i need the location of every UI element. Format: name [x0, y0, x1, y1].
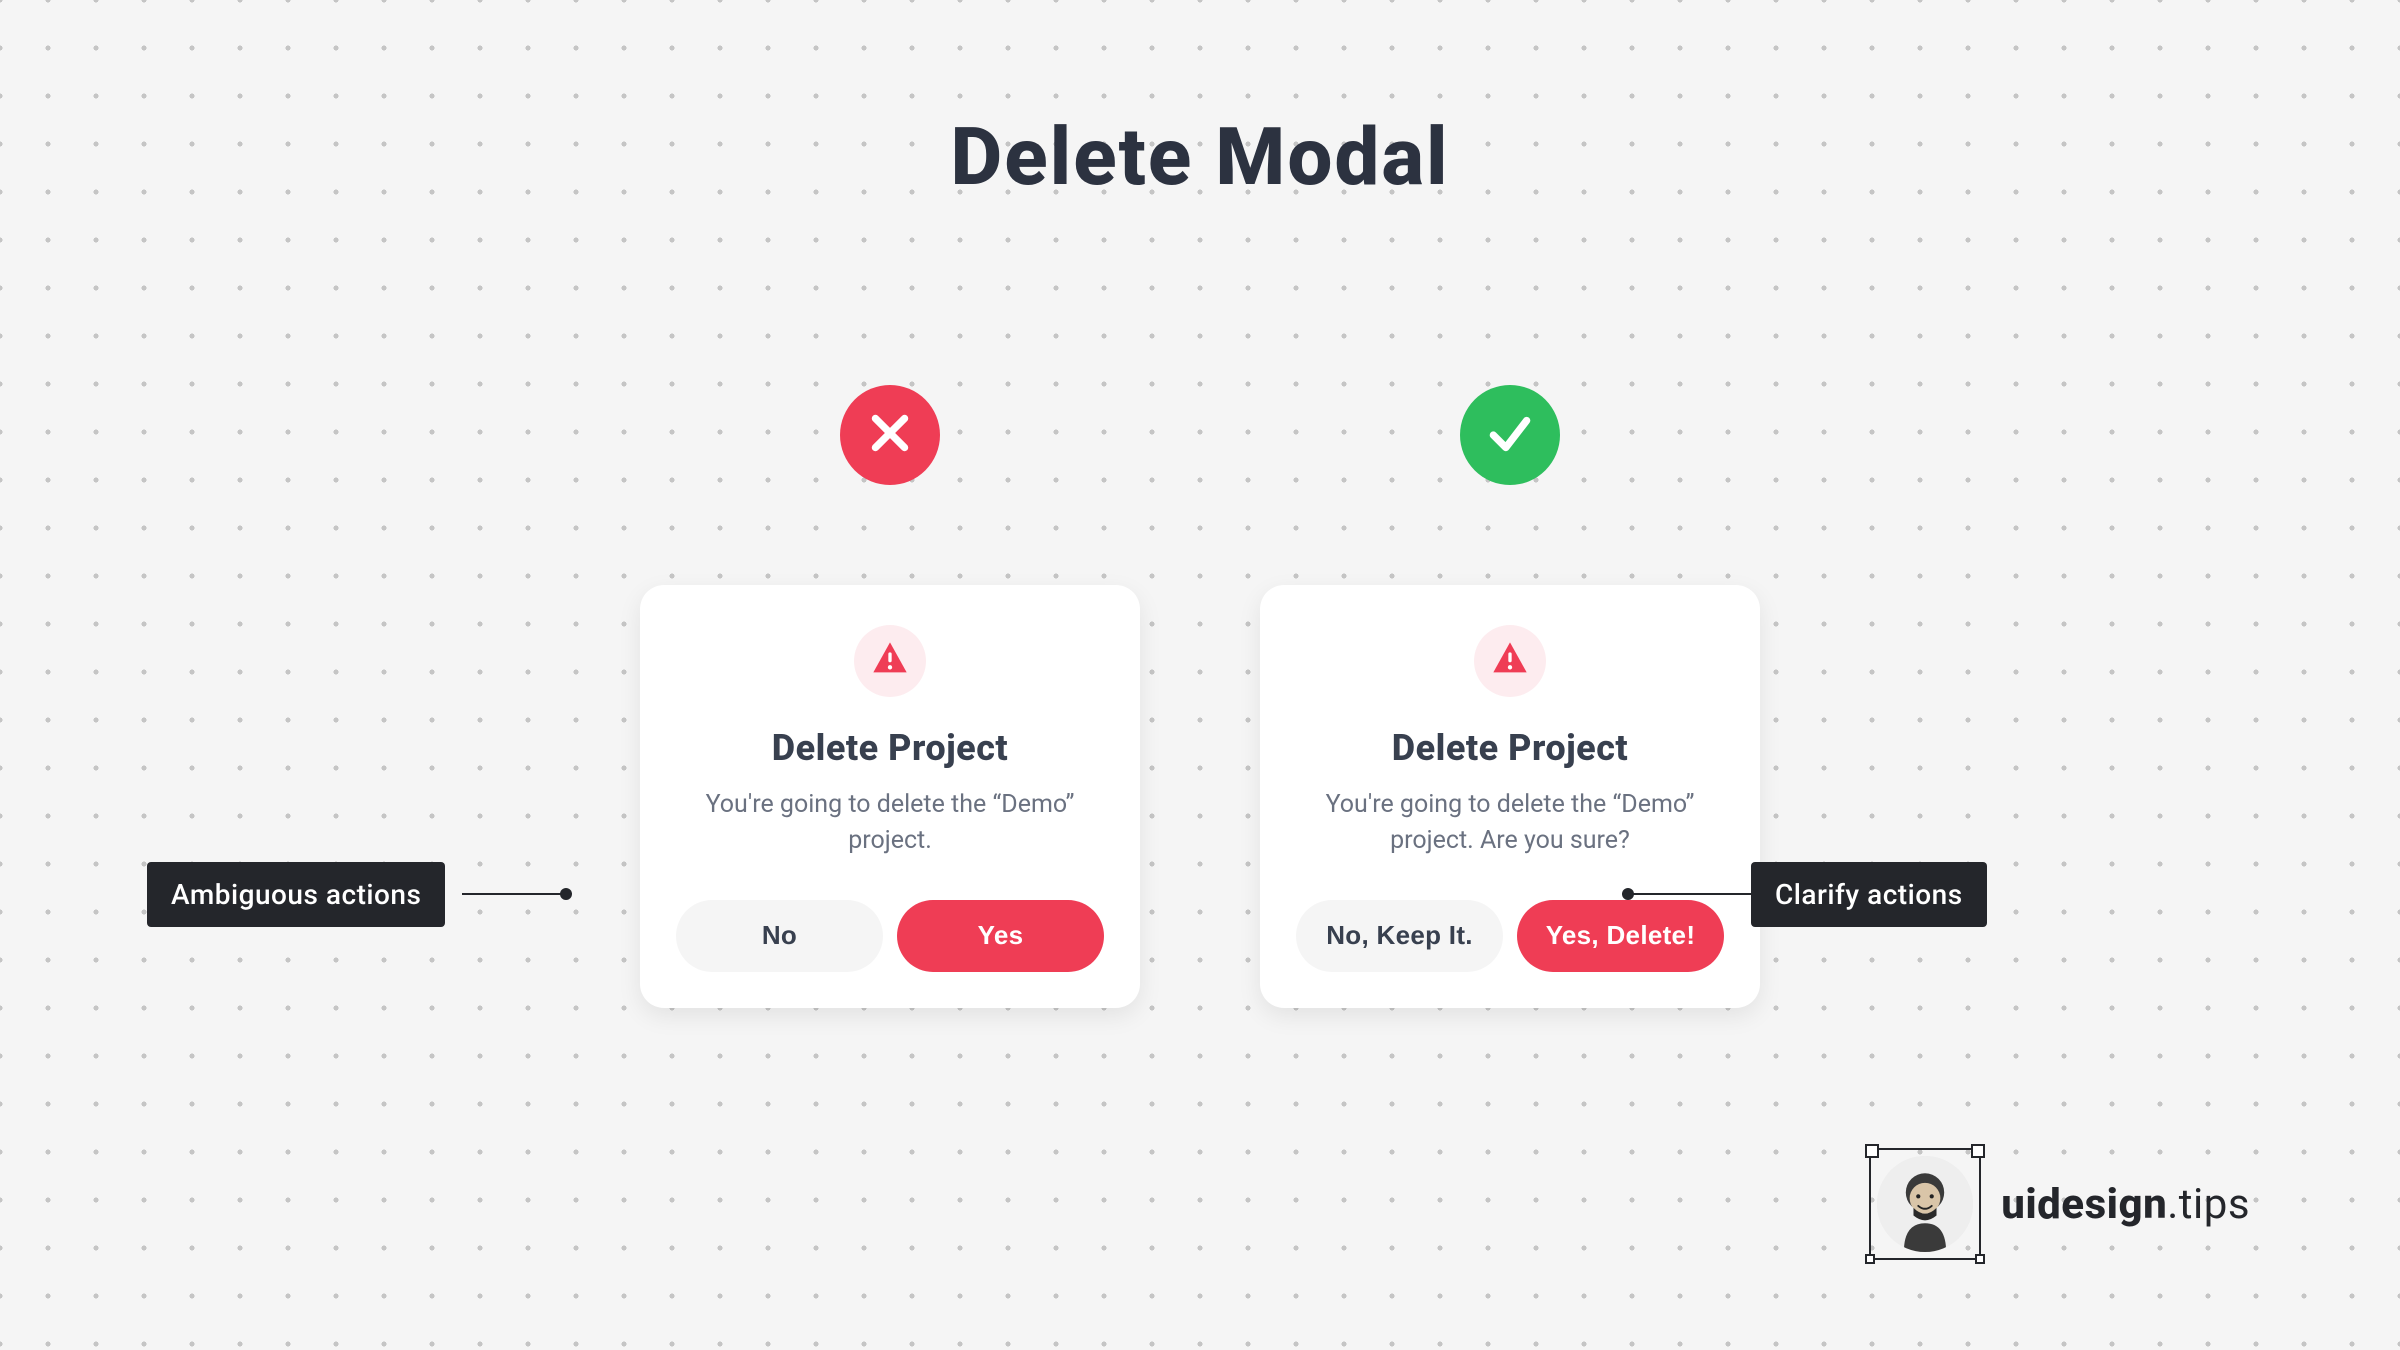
brand-text: uidesign.tips	[2001, 1180, 2250, 1229]
avatar	[1877, 1156, 1973, 1252]
branding: uidesign.tips	[1869, 1148, 2250, 1260]
good-modal-card: Delete Project You're going to delete th…	[1260, 585, 1760, 1008]
bad-button-row: No Yes	[676, 900, 1104, 972]
bad-yes-button[interactable]: Yes	[897, 900, 1104, 972]
good-callout-connector	[1628, 893, 1752, 895]
check-icon	[1485, 408, 1535, 462]
bad-example-column: Delete Project You're going to delete th…	[640, 385, 1140, 1008]
bad-indicator-circle	[840, 385, 940, 485]
good-modal-body: You're going to delete the “Demo” projec…	[1320, 787, 1700, 860]
good-modal-title: Delete Project	[1392, 727, 1628, 769]
page-title: Delete Modal	[950, 110, 1449, 204]
warning-icon-bg	[1474, 625, 1546, 697]
warning-icon	[870, 639, 910, 683]
good-delete-button[interactable]: Yes, Delete!	[1517, 900, 1724, 972]
good-indicator-circle	[1460, 385, 1560, 485]
bad-no-button[interactable]: No	[676, 900, 883, 972]
good-button-row: No, Keep It. Yes, Delete!	[1296, 900, 1724, 972]
bad-modal-body: You're going to delete the “Demo” projec…	[700, 787, 1080, 860]
good-keep-button[interactable]: No, Keep It.	[1296, 900, 1503, 972]
good-callout-label: Clarify actions	[1751, 862, 1987, 927]
bad-callout-label: Ambiguous actions	[147, 862, 445, 927]
bad-callout-connector	[462, 893, 566, 895]
bad-modal-card: Delete Project You're going to delete th…	[640, 585, 1140, 1008]
brand-name-bold: uidesign	[2001, 1180, 2167, 1229]
avatar-frame	[1869, 1148, 1981, 1260]
warning-icon	[1490, 639, 1530, 683]
examples-row: Delete Project You're going to delete th…	[640, 385, 1760, 1008]
good-example-column: Delete Project You're going to delete th…	[1260, 385, 1760, 1008]
brand-name-light: .tips	[2167, 1180, 2250, 1229]
warning-icon-bg	[854, 625, 926, 697]
x-icon	[865, 408, 915, 462]
bad-modal-title: Delete Project	[772, 727, 1008, 769]
